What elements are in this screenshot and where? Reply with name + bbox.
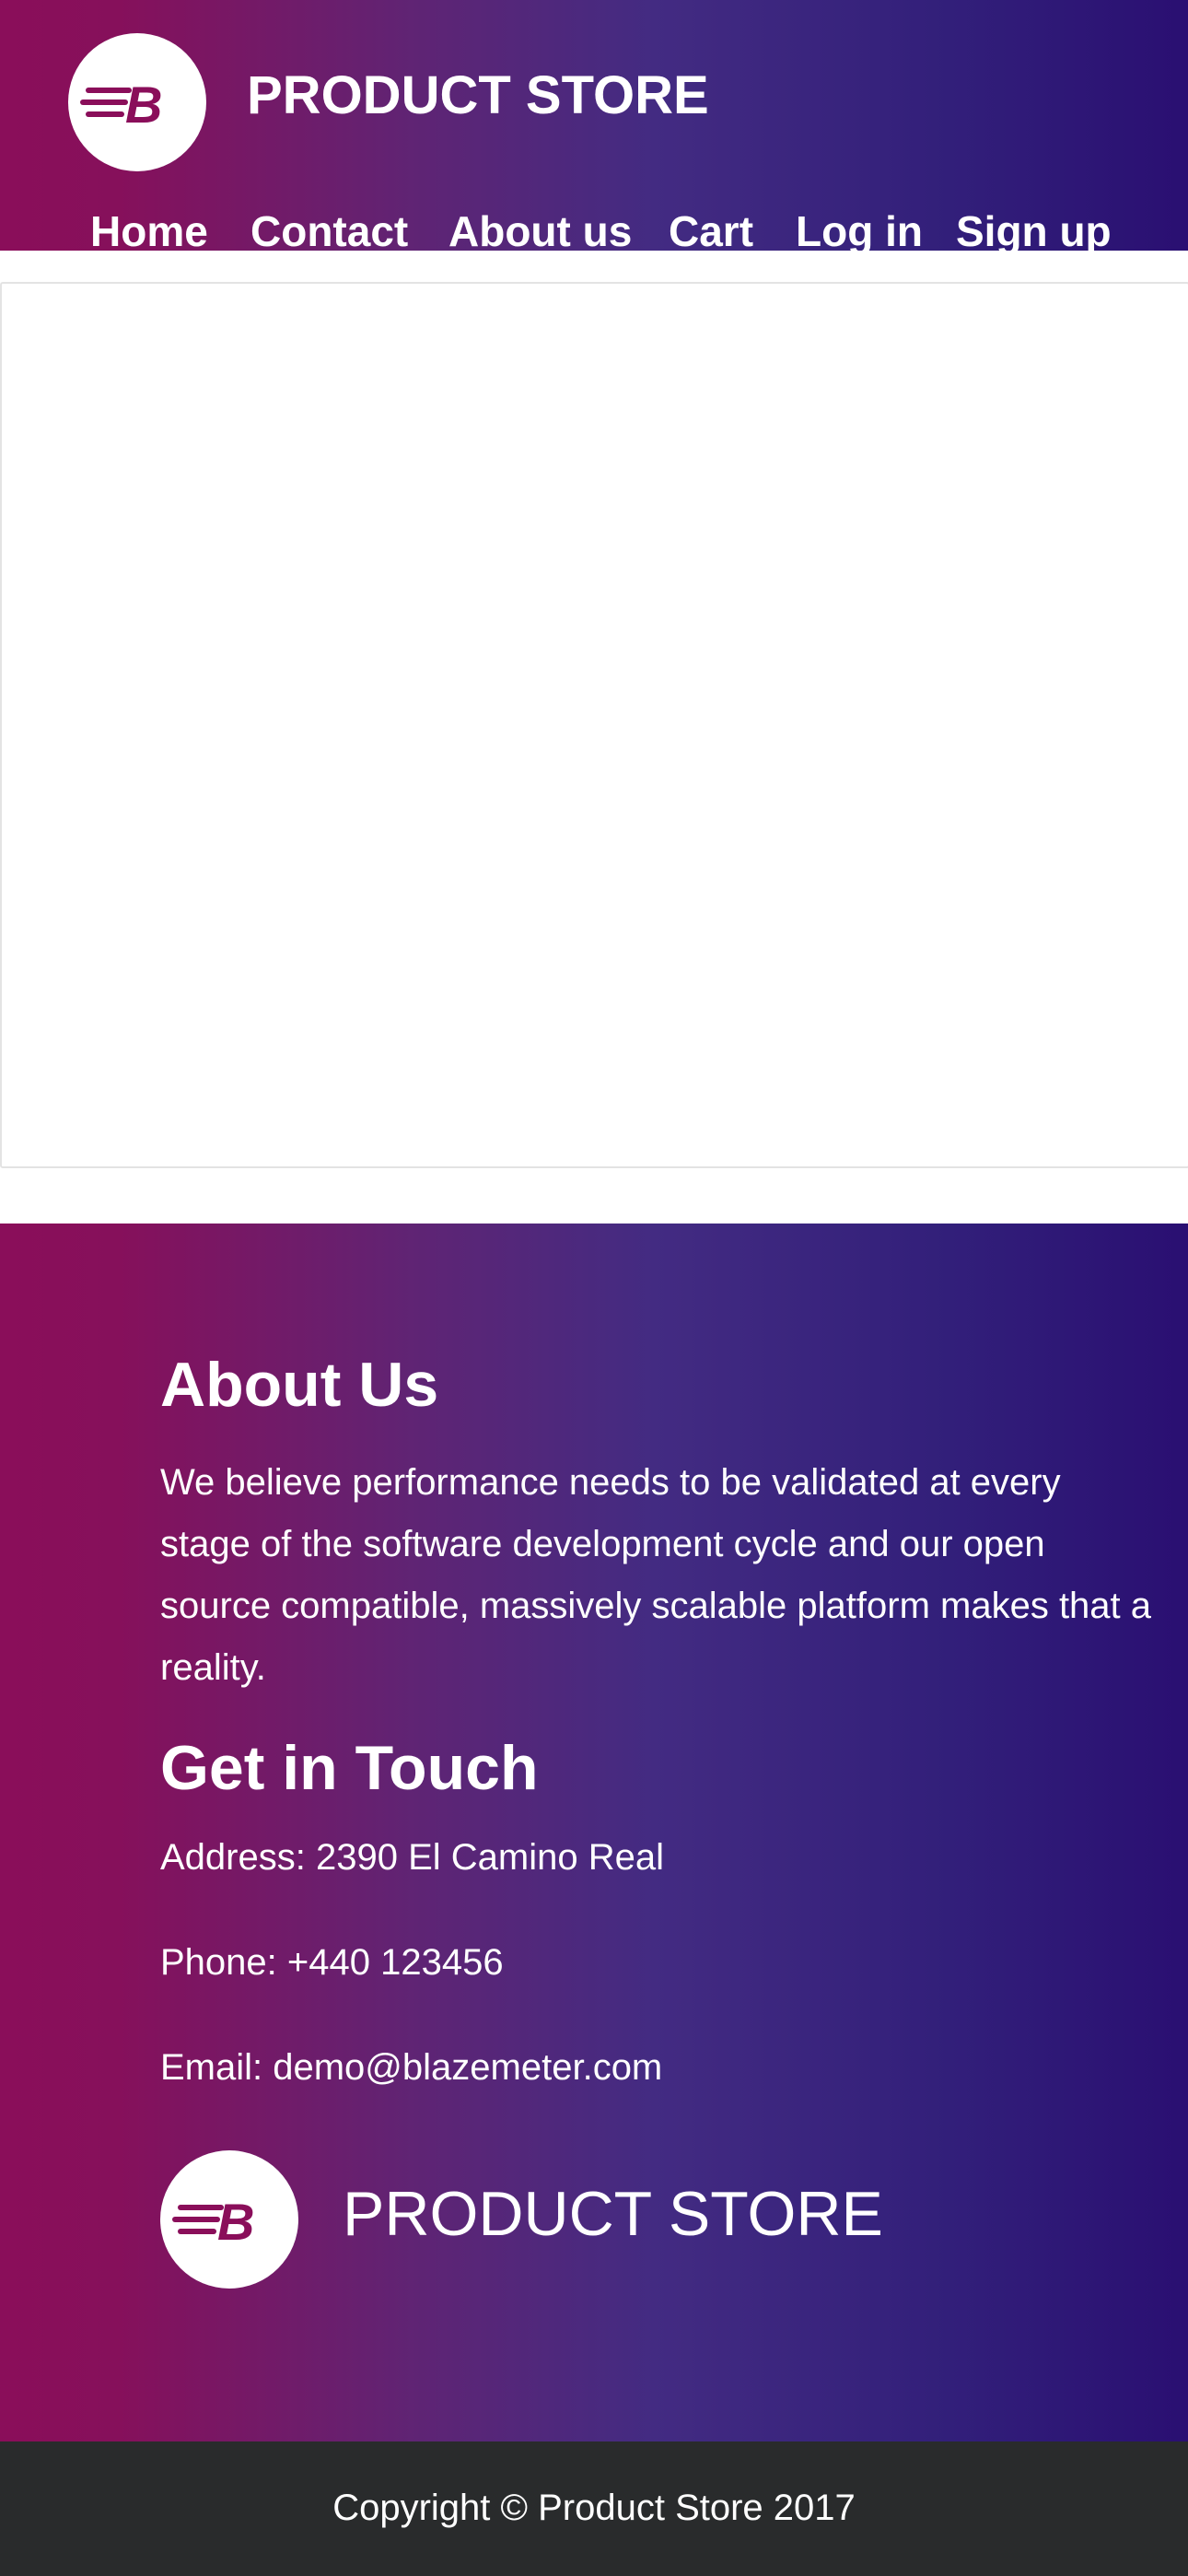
svg-text:B: B: [125, 76, 162, 134]
phone-text: Phone: +440 123456: [160, 1942, 504, 1983]
about-us-text: We believe performance needs to be valid…: [160, 1462, 1152, 1688]
brand-logo[interactable]: B: [68, 33, 206, 171]
blazemeter-b-logo-icon: B: [80, 76, 162, 134]
nav-home[interactable]: Home: [90, 206, 208, 251]
nav-about-us[interactable]: About us: [448, 206, 632, 251]
nav-log-in[interactable]: Log in: [796, 206, 923, 251]
about-us-heading: About Us: [160, 1350, 439, 1420]
address-text: Address: 2390 El Camino Real: [160, 1837, 664, 1878]
content-panel: [0, 282, 1188, 1168]
svg-text:B: B: [217, 2193, 254, 2251]
site-header: B PRODUCT STORE Home Contact About us Ca…: [0, 0, 1188, 251]
nav-sign-up[interactable]: Sign up: [956, 206, 1112, 251]
main-nav: Home Contact About us Cart Log in Sign u…: [0, 206, 1188, 251]
copyright-bar: Copyright © Product Store 2017: [0, 2441, 1188, 2576]
email-text: Email: demo@blazemeter.com: [160, 2047, 663, 2088]
footer-brand-title: PRODUCT STORE: [343, 2179, 883, 2249]
copyright-text: Copyright © Product Store 2017: [332, 2488, 856, 2528]
footer-logo: B: [160, 2150, 298, 2289]
nav-cart[interactable]: Cart: [669, 206, 753, 251]
brand-title[interactable]: PRODUCT STORE: [247, 64, 709, 126]
nav-contact[interactable]: Contact: [250, 206, 408, 251]
get-in-touch-heading: Get in Touch: [160, 1733, 539, 1803]
blazemeter-b-logo-icon: B: [172, 2193, 254, 2251]
site-footer: About Us We believe performance needs to…: [0, 1224, 1188, 2441]
